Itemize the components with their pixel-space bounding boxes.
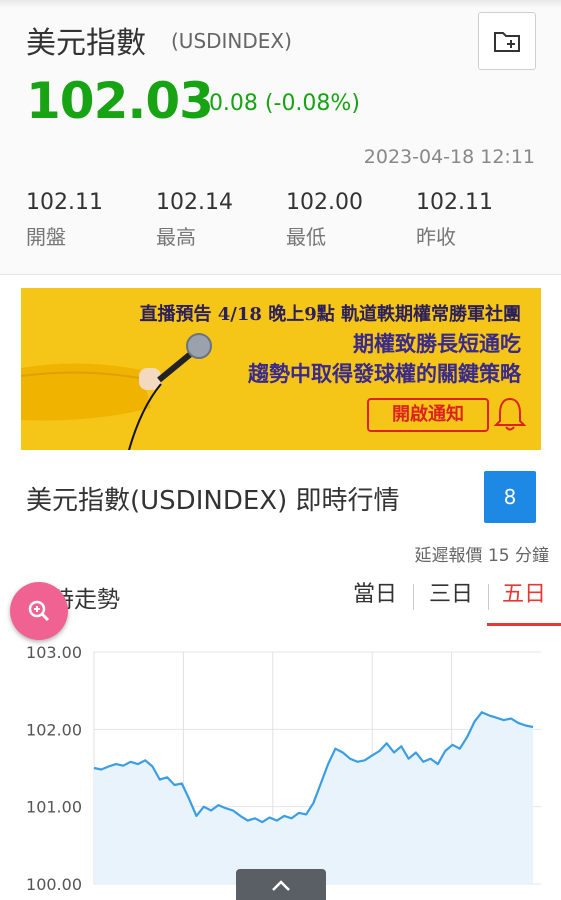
y-tick-label: 100.00 bbox=[26, 875, 82, 894]
bell-icon bbox=[493, 397, 527, 431]
promo-banner[interactable]: 直播預告 4/18 晚上9點 軌道軼期權常勝軍社團 期權致勝長短通吃 趨勢中取得… bbox=[21, 288, 541, 450]
tab-today[interactable]: 當日 bbox=[340, 578, 410, 626]
stat-label: 最低 bbox=[286, 225, 326, 249]
stat-label: 最高 bbox=[156, 225, 196, 249]
stat-prev-close: 102.11 昨收 bbox=[416, 190, 493, 250]
stat-high: 102.14 最高 bbox=[156, 190, 233, 250]
quote-header: 美元指數 (USDINDEX) 102.03 -0.08 (-0.08%) 20… bbox=[0, 0, 561, 275]
count-badge[interactable]: 8 bbox=[484, 471, 536, 523]
last-price: 102.03 bbox=[26, 72, 214, 130]
stat-value: 102.11 bbox=[416, 190, 493, 215]
stat-value: 102.14 bbox=[156, 190, 233, 215]
add-to-watchlist-button[interactable] bbox=[478, 12, 536, 70]
range-tabs: 當日 三日 五日 bbox=[340, 578, 561, 626]
intraday-chart[interactable]: 103.00 102.00 101.00 100.00 bbox=[0, 640, 561, 900]
stat-label: 昨收 bbox=[416, 225, 456, 249]
delay-note: 延遲報價 15 分鐘 bbox=[414, 546, 549, 566]
collapse-button[interactable] bbox=[236, 869, 326, 900]
stat-low: 102.00 最低 bbox=[286, 190, 363, 250]
banner-tagline: 趨勢中取得發球權的關鍵策略 bbox=[248, 361, 521, 386]
tab-three-day[interactable]: 三日 bbox=[416, 578, 486, 626]
quote-timestamp: 2023-04-18 12:11 bbox=[363, 146, 535, 168]
section-title: 美元指數(USDINDEX) 即時行情 bbox=[26, 486, 400, 516]
y-tick-label: 102.00 bbox=[26, 720, 82, 739]
instrument-name: 美元指數 bbox=[26, 26, 146, 61]
banner-headline: 直播預告 4/18 晚上9點 軌道軼期權常勝軍社團 bbox=[139, 304, 521, 325]
stat-open: 102.11 開盤 bbox=[26, 190, 103, 250]
stat-value: 102.11 bbox=[26, 190, 103, 215]
zoom-in-icon bbox=[28, 600, 50, 622]
y-tick-label: 101.00 bbox=[26, 798, 82, 817]
y-tick-label: 103.00 bbox=[26, 643, 82, 662]
stat-value: 102.00 bbox=[286, 190, 363, 215]
stat-label: 開盤 bbox=[26, 225, 66, 249]
folder-add-icon bbox=[494, 32, 520, 52]
banner-subheadline: 期權致勝長短通吃 bbox=[353, 331, 521, 356]
microphone-icon bbox=[21, 333, 212, 450]
tab-five-day[interactable]: 五日 bbox=[487, 578, 561, 626]
instrument-symbol: (USDINDEX) bbox=[171, 29, 292, 53]
zoom-button[interactable] bbox=[10, 582, 68, 640]
tab-divider bbox=[413, 584, 414, 610]
price-change: -0.08 (-0.08%) bbox=[201, 91, 360, 116]
chevron-up-icon bbox=[272, 879, 290, 891]
enable-notification-button[interactable]: 開啟通知 bbox=[367, 398, 489, 432]
